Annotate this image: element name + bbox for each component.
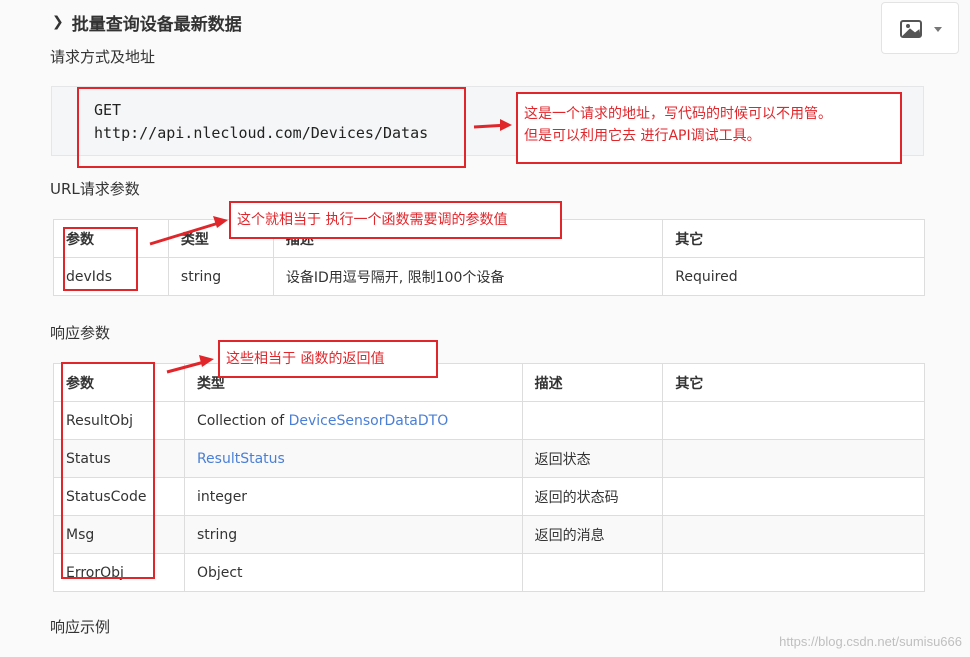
watermark: https://blog.csdn.net/sumisu666 xyxy=(779,634,962,649)
arrow-request-head xyxy=(500,119,512,131)
arrow-response-head xyxy=(199,355,214,367)
annotation-arrows xyxy=(149,119,512,374)
arrow-url-params-head xyxy=(213,216,228,228)
arrow-url-params xyxy=(149,220,223,246)
doc-page: ❯ 批量查询设备最新数据 请求方式及地址 GET http://api.nlec… xyxy=(0,0,970,657)
